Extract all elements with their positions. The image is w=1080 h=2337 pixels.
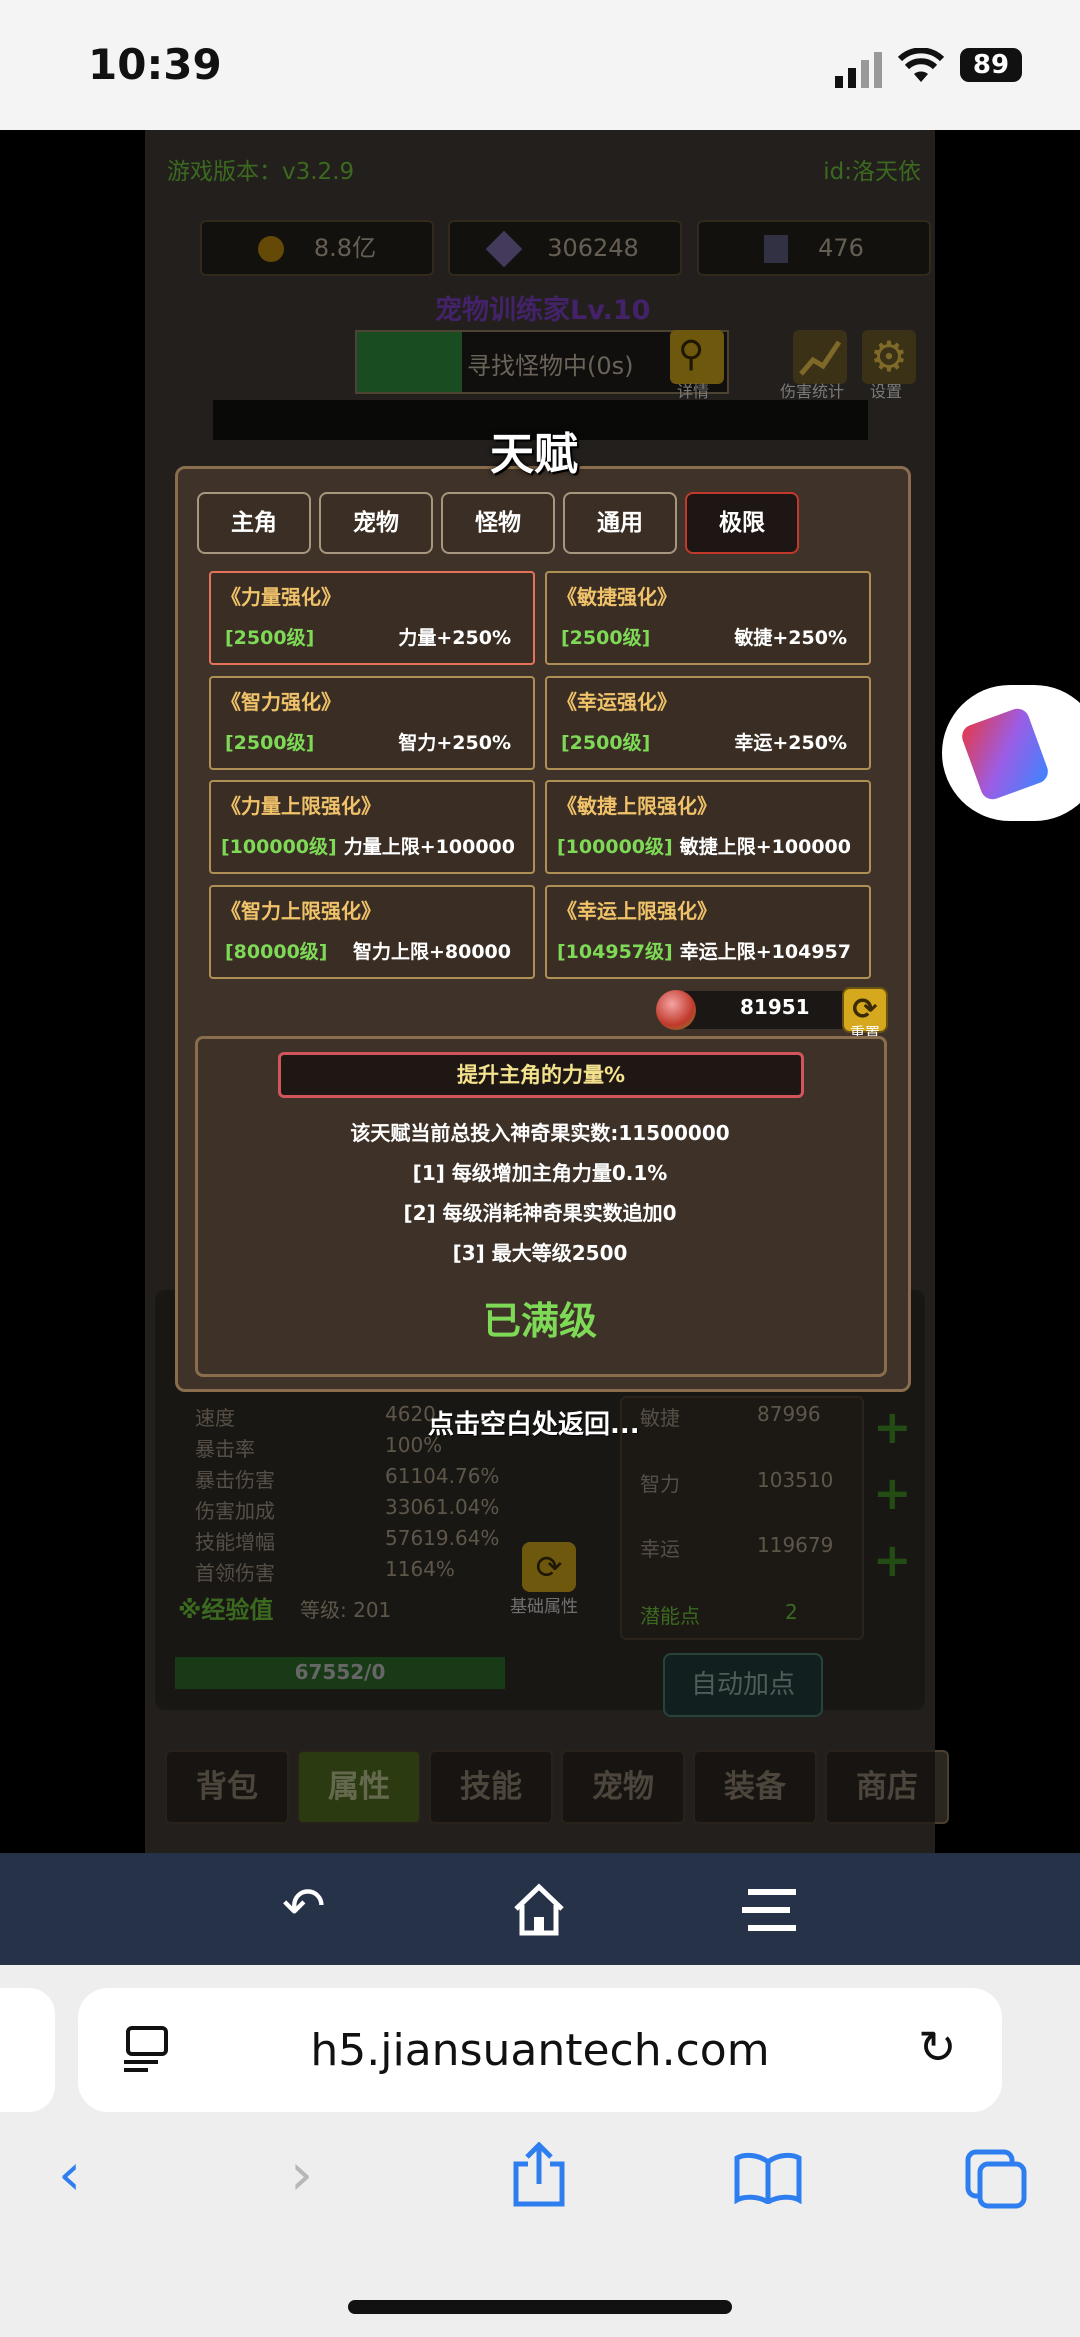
status-bar: 10:39 89 (0, 0, 1080, 130)
home-indicator (348, 2300, 732, 2314)
floating-app-button[interactable] (942, 685, 1080, 821)
wifi-icon (897, 47, 945, 88)
back-icon[interactable]: ‹ (58, 2140, 81, 2208)
talent-effect-line-1: [1] 每级增加主角力量0.1% (412, 1161, 668, 1185)
tab-pet[interactable]: 宠物 (319, 492, 433, 554)
talent-card-strength-cap[interactable]: 《力量上限强化》 [100000级] 力量上限+100000 (209, 780, 535, 874)
talent-card-strength[interactable]: 《力量强化》 [2500级] 力量+250% (209, 571, 535, 665)
card-icon (958, 705, 1052, 803)
game-nav-bar: ↶ (0, 1853, 1080, 1965)
signal-icon (835, 52, 885, 92)
talent-card-agility-cap[interactable]: 《敏捷上限强化》 [100000级] 敏捷上限+100000 (545, 780, 871, 874)
share-icon[interactable] (510, 2141, 568, 2212)
talent-description-title: 提升主角的力量% (278, 1052, 804, 1098)
url-text: h5.jiansuantech.com (310, 2025, 770, 2076)
clock: 10:39 (88, 40, 222, 89)
tab-monster[interactable]: 怪物 (441, 492, 555, 554)
forward-icon: › (290, 2140, 314, 2208)
talent-total-investment: 该天赋当前总投入神奇果实数:11500000 (350, 1121, 730, 1145)
talent-card-intelligence[interactable]: 《智力强化》 [2500级] 智力+250% (209, 676, 535, 770)
talent-card-luck-cap[interactable]: 《幸运上限强化》 [104957级] 幸运上限+104957 (545, 885, 871, 979)
maxed-level-label: 已满级 (482, 1299, 597, 1343)
tab-general[interactable]: 通用 (563, 492, 677, 554)
fruit-count: 81951 (740, 995, 810, 1019)
talent-card-intelligence-cap[interactable]: 《智力上限强化》 [80000级] 智力上限+80000 (209, 885, 535, 979)
talent-card-agility[interactable]: 《敏捷强化》 [2500级] 敏捷+250% (545, 571, 871, 665)
tabs-icon[interactable] (964, 2148, 1028, 2214)
talent-effect-line-3: [3] 最大等级2500 (452, 1241, 628, 1265)
home-icon[interactable] (510, 1881, 568, 1943)
tap-to-return-hint[interactable]: 点击空白处返回... (428, 1404, 640, 1441)
bookmarks-icon[interactable] (734, 2152, 802, 2208)
talent-card-luck[interactable]: 《幸运强化》 [2500级] 幸运+250% (545, 676, 871, 770)
back-arrow-icon[interactable]: ↶ (282, 1877, 326, 1937)
magic-fruit-icon (656, 990, 696, 1030)
tab-limit[interactable]: 极限 (685, 492, 799, 554)
tab-hero[interactable]: 主角 (197, 492, 311, 554)
battery-indicator: 89 (960, 48, 1022, 82)
talent-effect-line-2: [2] 每级消耗神奇果实数追加0 (403, 1201, 677, 1225)
menu-icon[interactable] (742, 1885, 798, 1939)
dialog-title: 天赋 (490, 429, 578, 480)
talent-tabs: 主角 宠物 怪物 通用 极限 (197, 492, 799, 554)
